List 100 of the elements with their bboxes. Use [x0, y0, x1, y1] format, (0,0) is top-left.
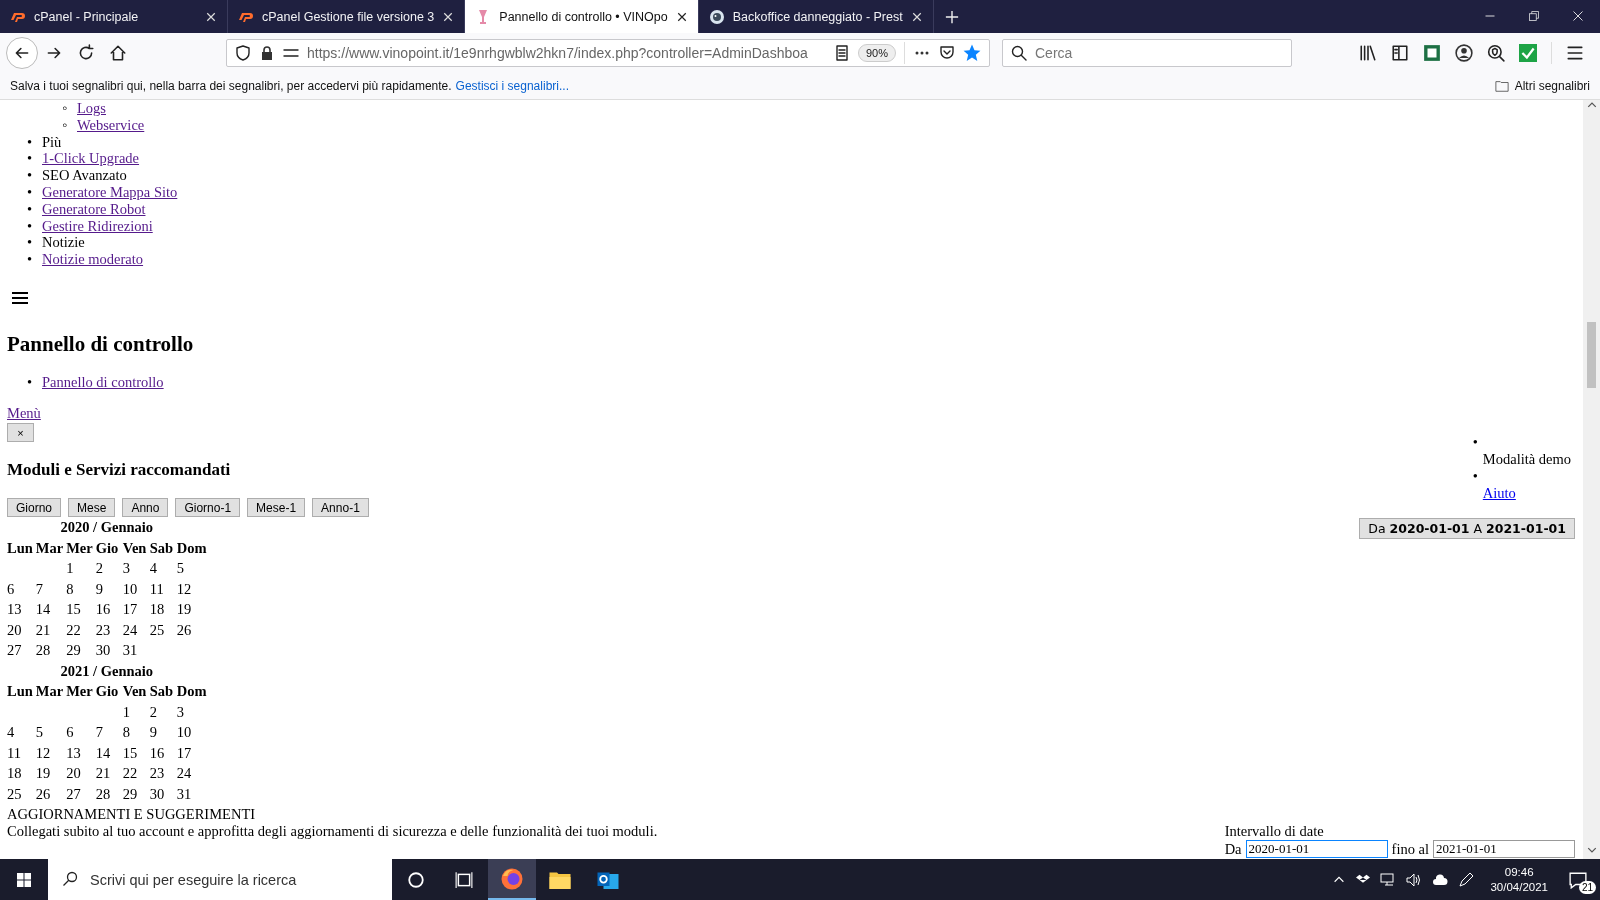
- period-button[interactable]: Mese-1: [247, 498, 306, 518]
- period-button[interactable]: Giorno: [7, 498, 62, 518]
- date-range-button[interactable]: Da 2020-01-01 A 2021-01-01: [1359, 518, 1575, 539]
- home-icon[interactable]: [109, 43, 127, 62]
- period-button[interactable]: Anno: [122, 498, 169, 518]
- calendar-day[interactable]: 28: [35, 640, 64, 661]
- calendar-day[interactable]: 9: [149, 722, 174, 743]
- calendar-day[interactable]: 5: [35, 722, 64, 743]
- calendar-day[interactable]: 20: [7, 619, 33, 641]
- calendar-day[interactable]: 3: [176, 701, 207, 723]
- menu-icon[interactable]: [10, 289, 30, 306]
- calendar-day[interactable]: 24: [122, 619, 147, 641]
- calendar-day[interactable]: 9: [95, 578, 120, 600]
- menu-link[interactable]: Notizie moderato: [42, 251, 144, 268]
- shield-icon[interactable]: [235, 44, 251, 61]
- sidebar-icon[interactable]: [1391, 43, 1409, 62]
- calendar-day[interactable]: 2: [149, 701, 174, 723]
- calendar-day[interactable]: 15: [66, 599, 93, 620]
- scrollbar[interactable]: [1583, 100, 1600, 859]
- calendar-day[interactable]: 19: [176, 599, 207, 620]
- other-bookmarks[interactable]: Altri segnalibri: [1514, 78, 1590, 93]
- calendar-day[interactable]: 11: [149, 578, 174, 600]
- menu-link[interactable]: 1-Click Upgrade: [42, 150, 140, 168]
- period-button[interactable]: Mese: [68, 498, 116, 518]
- period-button[interactable]: Anno-1: [312, 498, 369, 518]
- windows-logo-icon[interactable]: [16, 871, 32, 888]
- calendar-day[interactable]: 12: [35, 742, 64, 764]
- calendar-day[interactable]: 31: [176, 783, 207, 805]
- calendar-day[interactable]: 30: [149, 783, 174, 805]
- calendar-day[interactable]: 21: [95, 763, 120, 784]
- breadcrumb-link[interactable]: Pannello di controllo: [42, 373, 164, 391]
- library-icon[interactable]: [1359, 43, 1377, 62]
- to-date-field[interactable]: 2021-01-01: [1433, 840, 1575, 858]
- calendar-day[interactable]: 6: [66, 722, 93, 743]
- close-icon[interactable]: [910, 10, 923, 23]
- calendar-day[interactable]: 2: [95, 558, 120, 579]
- calendar-day[interactable]: 23: [95, 619, 120, 641]
- clock-time[interactable]: 09:46: [1490, 864, 1548, 880]
- lock-icon[interactable]: [259, 44, 275, 61]
- calendar-day[interactable]: 18: [149, 599, 174, 620]
- menu-link[interactable]: Generatore Mappa Sito: [42, 184, 178, 201]
- pen-icon[interactable]: [1458, 871, 1475, 888]
- clock-date[interactable]: 30/04/2021: [1490, 879, 1548, 895]
- calendar-day[interactable]: 16: [149, 742, 174, 764]
- calendar-day[interactable]: 17: [122, 599, 147, 620]
- pocket-icon[interactable]: [939, 44, 955, 61]
- close-icon[interactable]: [442, 10, 455, 23]
- calendar-day[interactable]: 21: [35, 619, 64, 641]
- speaker-icon[interactable]: [1406, 871, 1423, 888]
- folder-icon[interactable]: [1493, 78, 1510, 93]
- calendar-day[interactable]: 14: [35, 599, 64, 620]
- menu-link[interactable]: Gestire Ridirezioni: [42, 217, 153, 235]
- calendar-day[interactable]: 8: [66, 578, 93, 600]
- checkmark-icon[interactable]: [1519, 43, 1537, 62]
- period-button[interactable]: Giorno-1: [175, 498, 241, 518]
- reader-view-icon[interactable]: [833, 44, 850, 61]
- calendar-day[interactable]: 28: [95, 783, 120, 805]
- address-bar[interactable]: https://www.vinopoint.it/1e9nrhgwblw2hkn7/index.php?controller=AdminDashboa 90%: [226, 38, 990, 67]
- calendar-day[interactable]: 23: [149, 763, 174, 784]
- calendar-day[interactable]: 10: [176, 722, 207, 743]
- calendar-day[interactable]: 11: [7, 742, 33, 764]
- menu-toggle-link[interactable]: Menù: [7, 404, 41, 421]
- task-view-icon[interactable]: [455, 870, 473, 889]
- calendar-day[interactable]: 26: [35, 783, 64, 805]
- close-icon[interactable]: [1572, 10, 1584, 22]
- calendar-day[interactable]: 29: [66, 640, 93, 661]
- calendar-day[interactable]: 31: [122, 640, 147, 661]
- calendar-day[interactable]: 27: [7, 640, 33, 661]
- close-icon[interactable]: [205, 10, 217, 23]
- from-date-field[interactable]: 2020-01-01: [1245, 840, 1388, 858]
- calendar-day[interactable]: 29: [122, 783, 147, 805]
- calendar-day[interactable]: 10: [122, 578, 147, 600]
- star-icon[interactable]: [963, 43, 981, 62]
- close-button[interactable]: ×: [7, 423, 34, 443]
- menu-link[interactable]: Logs: [77, 100, 106, 117]
- plus-icon[interactable]: [944, 9, 959, 24]
- account-icon[interactable]: [1455, 43, 1473, 62]
- calendar-day[interactable]: 20: [66, 763, 93, 784]
- calendar-day[interactable]: 14: [95, 742, 120, 764]
- back-button[interactable]: [6, 36, 38, 69]
- calendar-day[interactable]: 24: [176, 763, 207, 784]
- calendar-day[interactable]: 4: [7, 722, 33, 743]
- calendar-day[interactable]: 22: [122, 763, 147, 784]
- cloud-icon[interactable]: [1432, 871, 1449, 888]
- calendar-day[interactable]: 19: [35, 763, 64, 784]
- calendar-day[interactable]: 26: [176, 619, 207, 641]
- taskbar-search-field[interactable]: Scrivi qui per eseguire la ricerca: [48, 859, 392, 900]
- calendar-day[interactable]: 13: [66, 742, 93, 764]
- manage-bookmarks-link[interactable]: Gestisci i segnalibri...: [455, 78, 569, 93]
- search-field[interactable]: Cerca: [1002, 38, 1292, 67]
- calendar-day[interactable]: 25: [7, 783, 33, 805]
- calendar-day[interactable]: 3: [122, 558, 147, 579]
- calendar-day[interactable]: 18: [7, 763, 33, 784]
- scrollbar-thumb[interactable]: [1587, 322, 1596, 388]
- close-icon[interactable]: [675, 10, 688, 23]
- reload-icon[interactable]: [77, 43, 95, 62]
- circle-icon[interactable]: [407, 870, 425, 889]
- calendar-day[interactable]: 17: [176, 742, 207, 764]
- calendar-day[interactable]: 7: [35, 578, 64, 600]
- calendar-day[interactable]: 8: [122, 722, 147, 743]
